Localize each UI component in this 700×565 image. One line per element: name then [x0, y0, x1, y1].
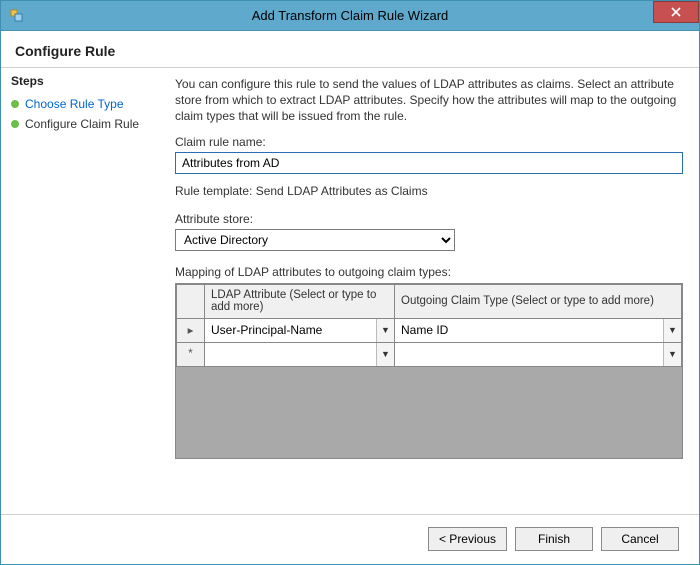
mapping-grid: LDAP Attribute (Select or type to add mo…: [175, 283, 683, 459]
page-title: Configure Rule: [15, 43, 685, 59]
chevron-down-icon[interactable]: ▼: [663, 343, 681, 366]
window-title: Add Transform Claim Rule Wizard: [1, 8, 699, 23]
rule-template-text: Rule template: Send LDAP Attributes as C…: [175, 184, 683, 198]
step-configure-claim-rule[interactable]: Configure Claim Rule: [11, 114, 161, 134]
ldap-attribute-cell[interactable]: ▼: [205, 318, 395, 342]
row-marker: *: [177, 342, 205, 366]
claim-rule-name-input[interactable]: [175, 152, 683, 174]
table-row: ▸ ▼ ▼: [177, 318, 682, 342]
ldap-attribute-input[interactable]: [205, 319, 376, 342]
app-icon: [9, 8, 25, 24]
outgoing-claim-cell[interactable]: ▼: [395, 342, 682, 366]
step-choose-rule-type[interactable]: Choose Rule Type: [11, 94, 161, 114]
close-icon: [671, 5, 681, 20]
grid-corner: [177, 284, 205, 318]
grid-col-ldap-header: LDAP Attribute (Select or type to add mo…: [205, 284, 395, 318]
grid-col-claim-header: Outgoing Claim Type (Select or type to a…: [395, 284, 682, 318]
table-row: * ▼ ▼: [177, 342, 682, 366]
titlebar: Add Transform Claim Rule Wizard: [1, 1, 699, 31]
step-bullet-icon: [11, 120, 19, 128]
chevron-down-icon[interactable]: ▼: [376, 319, 394, 342]
step-label: Configure Claim Rule: [25, 117, 139, 131]
previous-button[interactable]: < Previous: [428, 527, 507, 551]
cancel-button[interactable]: Cancel: [601, 527, 679, 551]
attribute-store-label: Attribute store:: [175, 212, 683, 226]
step-label[interactable]: Choose Rule Type: [25, 97, 124, 111]
claim-rule-name-label: Claim rule name:: [175, 135, 683, 149]
ldap-attribute-cell[interactable]: ▼: [205, 342, 395, 366]
steps-sidebar: Steps Choose Rule Type Configure Claim R…: [1, 68, 171, 514]
close-button[interactable]: [653, 1, 699, 23]
ldap-attribute-input[interactable]: [205, 343, 376, 366]
wizard-footer: < Previous Finish Cancel: [1, 514, 699, 562]
chevron-down-icon[interactable]: ▼: [663, 319, 681, 342]
wizard-header: Configure Rule: [1, 31, 699, 68]
steps-heading: Steps: [11, 74, 161, 88]
outgoing-claim-input[interactable]: [395, 343, 663, 366]
outgoing-claim-cell[interactable]: ▼: [395, 318, 682, 342]
chevron-down-icon[interactable]: ▼: [376, 343, 394, 366]
finish-button[interactable]: Finish: [515, 527, 593, 551]
attribute-store-select[interactable]: Active Directory: [175, 229, 455, 251]
mapping-label: Mapping of LDAP attributes to outgoing c…: [175, 265, 683, 279]
row-marker: ▸: [177, 318, 205, 342]
description-text: You can configure this rule to send the …: [175, 76, 683, 125]
outgoing-claim-input[interactable]: [395, 319, 663, 342]
step-bullet-icon: [11, 100, 19, 108]
main-panel: You can configure this rule to send the …: [171, 68, 699, 514]
